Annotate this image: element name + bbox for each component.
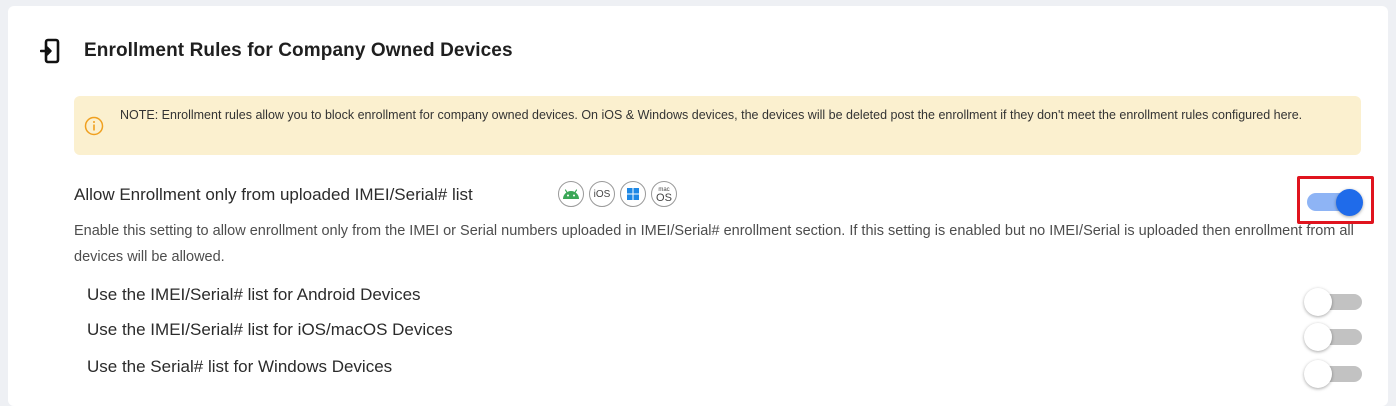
ios-macos-list-label: Use the IMEI/Serial# list for iOS/macOS … — [87, 320, 453, 339]
device-enroll-icon — [40, 38, 60, 64]
windows-icon — [620, 181, 646, 207]
ios-macos-list-toggle[interactable] — [1304, 323, 1364, 351]
windows-list-toggle[interactable] — [1304, 360, 1364, 388]
android-icon — [558, 181, 584, 207]
platform-icons: iOS mac OS — [558, 181, 677, 207]
enrollment-rules-card: Enrollment Rules for Company Owned Devic… — [8, 6, 1388, 406]
toggle-knob — [1304, 288, 1332, 316]
note-banner: NOTE: Enrollment rules allow you to bloc… — [74, 96, 1361, 155]
toggle-knob — [1304, 360, 1332, 388]
allow-enrollment-label: Allow Enrollment only from uploaded IMEI… — [74, 185, 473, 204]
toggle-knob — [1304, 323, 1332, 351]
allow-enrollment-toggle[interactable] — [1307, 189, 1364, 216]
allow-enrollment-description: Enable this setting to allow enrollment … — [74, 223, 1354, 265]
android-list-toggle[interactable] — [1304, 288, 1364, 316]
ios-icon: iOS — [589, 181, 615, 207]
toggle-knob — [1336, 189, 1363, 216]
windows-list-label: Use the Serial# list for Windows Devices — [87, 357, 393, 376]
info-icon — [84, 116, 104, 136]
macos-icon: mac OS — [651, 181, 677, 207]
note-text: NOTE: Enrollment rules allow you to bloc… — [120, 108, 1303, 122]
android-list-label: Use the IMEI/Serial# list for Android De… — [87, 285, 421, 304]
section-title: Enrollment Rules for Company Owned Devic… — [84, 40, 513, 61]
